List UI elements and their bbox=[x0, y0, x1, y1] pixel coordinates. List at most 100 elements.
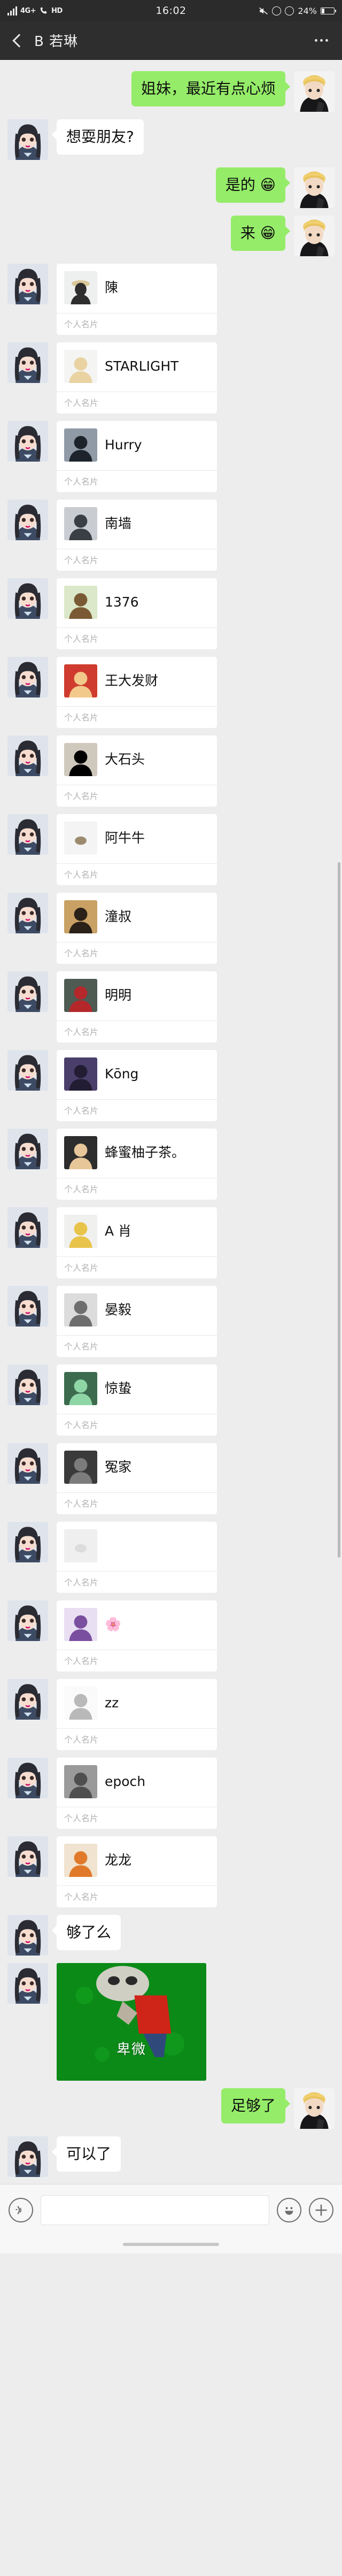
message-row: Hurry 个人名片 bbox=[0, 417, 342, 496]
message-row: 个人名片 bbox=[0, 1518, 342, 1597]
contact-card-avatar bbox=[64, 271, 97, 304]
avatar-contact[interactable] bbox=[7, 264, 48, 304]
message-row: 王大发财 个人名片 bbox=[0, 653, 342, 732]
contact-card-message[interactable]: 王大发财 个人名片 bbox=[57, 657, 217, 728]
contact-card-message[interactable]: 南墙 个人名片 bbox=[57, 500, 217, 571]
message-bubble[interactable]: 足够了 bbox=[221, 2088, 291, 2123]
contact-card-name: STARLIGHT bbox=[105, 358, 179, 374]
contact-card-message[interactable]: 惊蛰 个人名片 bbox=[57, 1364, 217, 1436]
voice-input-icon[interactable] bbox=[9, 2197, 33, 2222]
avatar-contact[interactable] bbox=[7, 119, 48, 160]
message-row: 足够了 bbox=[0, 2084, 342, 2133]
avatar-contact[interactable] bbox=[7, 1207, 48, 1248]
contact-card-message[interactable]: 1376 个人名片 bbox=[57, 578, 217, 649]
more-actions-icon[interactable] bbox=[309, 2197, 333, 2222]
avatar-contact[interactable] bbox=[7, 1286, 48, 1327]
chat-thread[interactable]: 姐妹，最近有点心烦 想耍朋友? 是的 😁 来 😁 陳 个人名片 STARLIGH… bbox=[0, 60, 342, 2184]
contact-card-body: Kōng bbox=[57, 1050, 217, 1099]
message-row: A 肖 个人名片 bbox=[0, 1203, 342, 1282]
contact-card-type-label: 个人名片 bbox=[57, 1571, 217, 1593]
avatar-contact[interactable] bbox=[7, 1050, 48, 1091]
avatar-contact[interactable] bbox=[7, 1522, 48, 1562]
back-chevron-icon[interactable] bbox=[9, 32, 27, 50]
avatar-contact[interactable] bbox=[7, 1129, 48, 1169]
contact-card-body: 蜂蜜柚子茶。 bbox=[57, 1129, 217, 1178]
contact-card-message[interactable]: 大石头 个人名片 bbox=[57, 735, 217, 807]
avatar-contact[interactable] bbox=[7, 893, 48, 933]
avatar-contact[interactable] bbox=[7, 1679, 48, 1720]
contact-card-type-label: 个人名片 bbox=[57, 627, 217, 649]
contact-card-message[interactable]: 潼叔 个人名片 bbox=[57, 893, 217, 964]
contact-card-name: 蜂蜜柚子茶。 bbox=[105, 1145, 185, 1160]
contact-card-avatar bbox=[64, 1529, 97, 1562]
contact-card-type-label: 个人名片 bbox=[57, 1335, 217, 1357]
contact-card-message[interactable]: zz 个人名片 bbox=[57, 1679, 217, 1750]
contact-card-name: 明明 bbox=[105, 987, 132, 1003]
message-row: 卑微 bbox=[0, 1959, 342, 2084]
contact-card-message[interactable]: 晏毅 个人名片 bbox=[57, 1286, 217, 1357]
contact-card-message[interactable]: Hurry 个人名片 bbox=[57, 421, 217, 492]
avatar-contact[interactable] bbox=[7, 500, 48, 540]
avatar-contact[interactable] bbox=[7, 2136, 48, 2177]
avatar-contact[interactable] bbox=[7, 1836, 48, 1877]
message-input-field[interactable] bbox=[41, 2195, 269, 2225]
avatar-contact[interactable] bbox=[7, 735, 48, 776]
message-bubble[interactable]: 够了么 bbox=[51, 1915, 121, 1950]
avatar-contact[interactable] bbox=[7, 1364, 48, 1405]
emoji-icon[interactable] bbox=[277, 2197, 301, 2222]
contact-card-message[interactable]: 个人名片 bbox=[57, 1522, 217, 1593]
message-bubble[interactable]: 想耍朋友? bbox=[52, 119, 144, 155]
message-bubble[interactable]: 姐妹，最近有点心烦 bbox=[131, 71, 291, 106]
avatar-contact[interactable] bbox=[7, 1443, 48, 1484]
avatar-contact[interactable] bbox=[7, 342, 48, 383]
avatar-contact[interactable] bbox=[7, 971, 48, 1012]
contact-card-message[interactable]: 陳 个人名片 bbox=[57, 264, 217, 335]
contact-card-name: 1376 bbox=[105, 594, 139, 610]
avatar-self[interactable] bbox=[294, 167, 335, 208]
contact-card-avatar bbox=[64, 586, 97, 619]
message-bubble[interactable]: 来 😁 bbox=[230, 216, 291, 251]
contact-card-body: 1376 bbox=[57, 578, 217, 627]
contact-card-message[interactable]: 冤家 个人名片 bbox=[57, 1443, 217, 1514]
avatar-contact[interactable] bbox=[7, 1915, 48, 1956]
contact-card-name: Hurry bbox=[105, 437, 142, 453]
contact-card-avatar bbox=[64, 1215, 97, 1248]
contact-card-message[interactable]: 🌸 个人名片 bbox=[57, 1600, 217, 1672]
sticker-message[interactable]: 卑微 bbox=[57, 1963, 206, 2081]
avatar-self[interactable] bbox=[294, 71, 335, 112]
message-row: 来 😁 bbox=[0, 212, 342, 260]
contact-card-type-label: 个人名片 bbox=[57, 1885, 217, 1907]
contact-card-body: A 肖 bbox=[57, 1207, 217, 1256]
more-options-icon[interactable] bbox=[309, 34, 333, 47]
contact-card-message[interactable]: 阿牛牛 个人名片 bbox=[57, 814, 217, 885]
contact-card-message[interactable]: Kōng 个人名片 bbox=[57, 1050, 217, 1121]
chat-scrollbar[interactable] bbox=[338, 862, 340, 1558]
avatar-self[interactable] bbox=[294, 216, 335, 256]
contact-card-body: 阿牛牛 bbox=[57, 814, 217, 863]
contact-card-message[interactable]: 龙龙 个人名片 bbox=[57, 1836, 217, 1907]
contact-card-message[interactable]: A 肖 个人名片 bbox=[57, 1207, 217, 1278]
message-bubble[interactable]: 可以了 bbox=[51, 2136, 121, 2172]
message-row: 1376 个人名片 bbox=[0, 574, 342, 653]
avatar-contact[interactable] bbox=[7, 657, 48, 697]
contact-card-message[interactable]: 蜂蜜柚子茶。 个人名片 bbox=[57, 1129, 217, 1200]
message-row: 🌸 个人名片 bbox=[0, 1597, 342, 1675]
contact-card-message[interactable]: 明明 个人名片 bbox=[57, 971, 217, 1042]
contact-card-body: 王大发财 bbox=[57, 657, 217, 706]
contact-card-message[interactable]: STARLIGHT 个人名片 bbox=[57, 342, 217, 413]
avatar-contact[interactable] bbox=[7, 421, 48, 462]
avatar-contact[interactable] bbox=[7, 578, 48, 619]
contact-card-avatar bbox=[64, 1372, 97, 1405]
page-title: B 若琳 bbox=[34, 34, 79, 50]
message-row: 够了么 bbox=[0, 1911, 342, 1959]
avatar-contact[interactable] bbox=[7, 1758, 48, 1798]
avatar-contact[interactable] bbox=[7, 1600, 48, 1641]
avatar-contact[interactable] bbox=[7, 814, 48, 855]
message-bubble[interactable]: 是的 😁 bbox=[215, 167, 291, 203]
avatar-self[interactable] bbox=[294, 2088, 335, 2129]
contact-card-name: epoch bbox=[105, 1774, 146, 1789]
avatar-contact[interactable] bbox=[7, 1963, 48, 2004]
contact-card-message[interactable]: epoch 个人名片 bbox=[57, 1758, 217, 1829]
message-row: 姐妹，最近有点心烦 bbox=[0, 67, 342, 116]
contact-card-avatar bbox=[64, 900, 97, 933]
